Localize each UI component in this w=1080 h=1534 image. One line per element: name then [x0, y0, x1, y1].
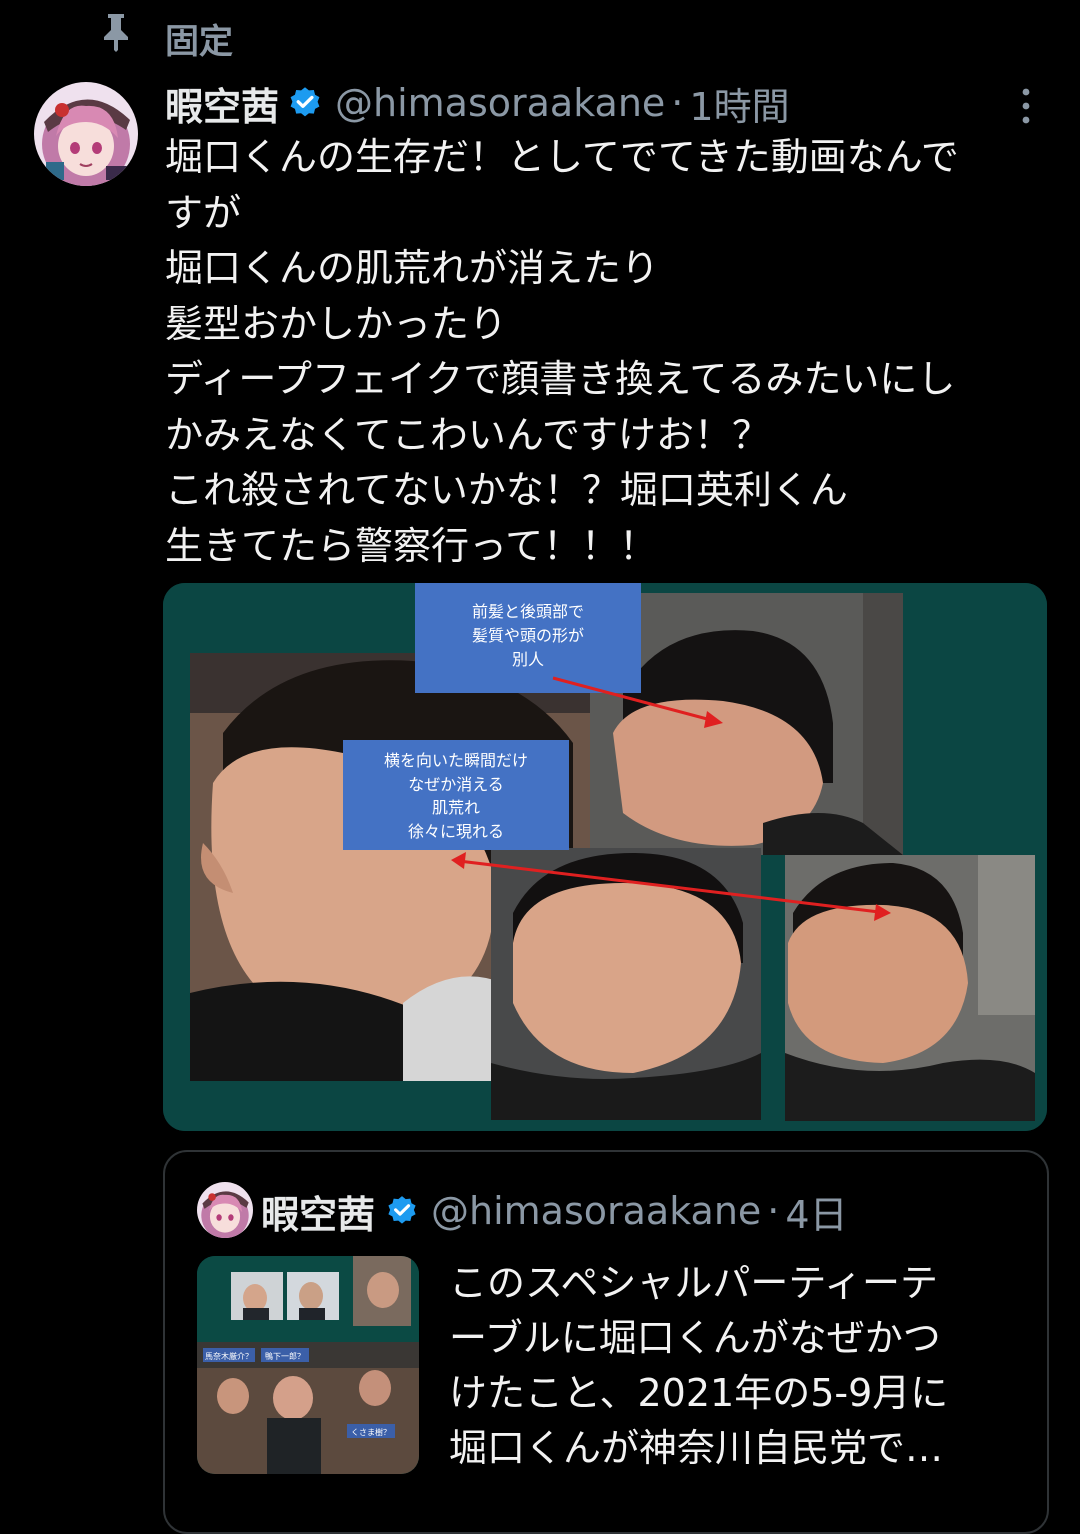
pinned-label: 固定	[165, 22, 233, 62]
verified-badge-icon	[290, 87, 320, 117]
post-text-line: これ殺されてないかな！？堀口英利くん	[165, 468, 848, 512]
post-text-line: 堀口くんの生存だ！としてでてきた動画なんで	[165, 135, 959, 179]
callout-skin-line: なぜか消える	[408, 775, 504, 794]
thumb-label: 馬奈木厳介？	[205, 1351, 253, 1361]
pin-icon	[104, 14, 128, 52]
pinned-indicator: 固定	[0, 0, 1080, 70]
callout-hair-line: 前髪と後頭部で	[472, 602, 584, 621]
quoted-author-name: 暇空茜	[261, 1192, 376, 1237]
verified-badge-icon	[388, 1196, 416, 1224]
callout-box-hair: 前髪と後頭部で 髪質や頭の形が 別人	[415, 583, 641, 693]
author-handle[interactable]: @himasoraakane	[335, 81, 665, 125]
post-text-line: 堀口くんの肌荒れが消えたり	[165, 246, 660, 290]
quoted-post-time: 4日	[785, 1192, 848, 1237]
quoted-author-avatar[interactable]	[197, 1182, 253, 1238]
author-name[interactable]: 暇空茜	[165, 76, 279, 131]
post-time[interactable]: 1時間	[689, 76, 789, 131]
post-text-line: 生きてたら警察行って！！！	[165, 523, 658, 568]
quoted-text-line: 堀口くんが神奈川自民党で…	[449, 1426, 944, 1470]
post-text-line: かみえなくてこわいんですけお！？	[165, 412, 770, 457]
quoted-text-line: けたこと、2021年の5-9月に	[449, 1371, 949, 1415]
photo-bottom-right	[785, 855, 1035, 1121]
quoted-author-handle: @himasoraakane	[431, 1189, 762, 1233]
callout-skin-line: 肌荒れ	[432, 798, 480, 817]
thumb-label: 鴨下一郎？	[265, 1351, 305, 1361]
quoted-text-line: このスペシャルパーティーテ	[449, 1261, 939, 1305]
post-text-line: ディープフェイクで顔書き換えてるみたいにし	[165, 357, 956, 401]
post-media-image[interactable]: 前髪と後頭部で 髪質や頭の形が 別人 横を向いた瞬間だけ なぜか消える 肌荒れ …	[163, 583, 1047, 1131]
callout-box-skin: 横を向いた瞬間だけ なぜか消える 肌荒れ 徐々に現れる	[343, 740, 569, 850]
quoted-post-thumbnail[interactable]: 馬奈木厳介？ 鴨下一郎？ くさま樹？	[197, 1256, 419, 1474]
quoted-post-header: 暇空茜 @himasoraakane · 4日	[261, 1184, 848, 1238]
quoted-text-line: ーブルに堀口くんがなぜかつ	[449, 1316, 941, 1360]
post-header: 暇空茜 @himasoraakane · 1時間	[165, 76, 790, 131]
separator-dot: ·	[671, 81, 684, 125]
post-text-line: すが	[165, 190, 242, 235]
callout-skin-line: 横を向いた瞬間だけ	[384, 751, 528, 770]
quoted-post-card[interactable]: 暇空茜 @himasoraakane · 4日 馬奈木厳介？ 鴨下一郎？ くさま…	[163, 1150, 1049, 1534]
post-text-line: 髪型おかしかったり	[165, 301, 508, 346]
separator-dot: ·	[767, 1189, 780, 1233]
thumb-label: くさま樹？	[351, 1427, 391, 1437]
post-text: 堀口くんの生存だ！としてでてきた動画なんで すが 堀口くんの肌荒れが消えたり 髪…	[165, 130, 1050, 574]
callout-skin-line: 徐々に現れる	[408, 822, 504, 841]
more-options-icon[interactable]	[1016, 86, 1036, 126]
photo-bottom-middle	[491, 848, 761, 1120]
quoted-post-text: このスペシャルパーティーテ ーブルに堀口くんがなぜかつ けたこと、2021年の5…	[449, 1256, 1029, 1476]
author-avatar[interactable]	[34, 82, 138, 186]
callout-hair-line: 別人	[512, 650, 544, 669]
callout-hair-line: 髪質や頭の形が	[472, 626, 584, 645]
